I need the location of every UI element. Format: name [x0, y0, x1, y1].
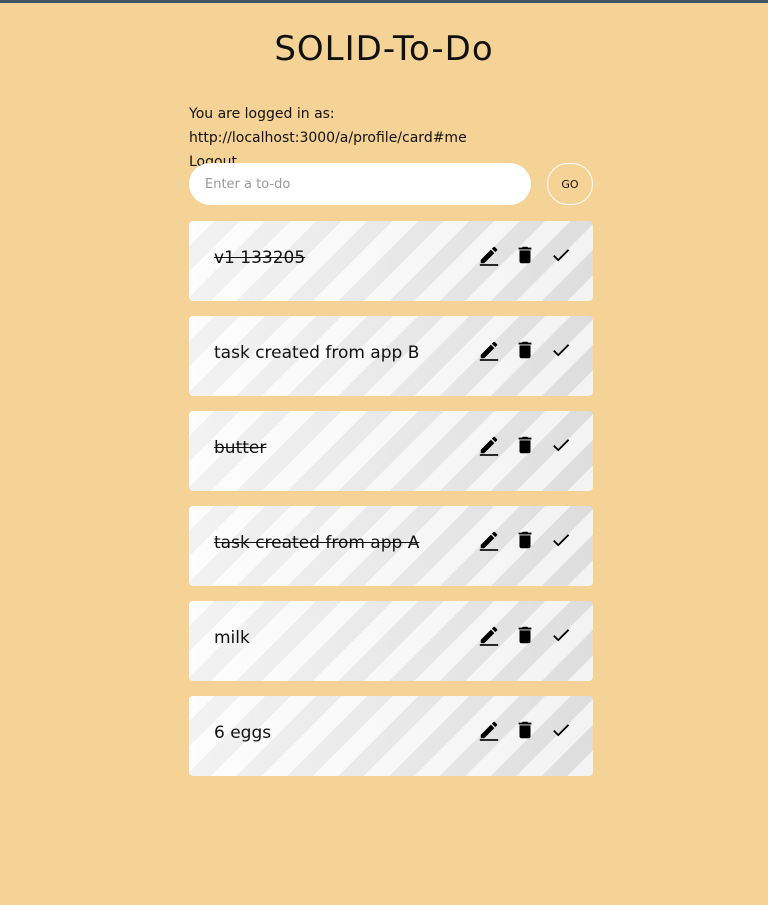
pencil-icon[interactable]	[477, 243, 501, 267]
pencil-icon[interactable]	[477, 623, 501, 647]
todo-actions	[477, 433, 573, 457]
trash-icon[interactable]	[513, 528, 537, 552]
todo-actions	[477, 718, 573, 742]
todo-input[interactable]	[189, 163, 531, 205]
todo-item: task created from app A	[189, 506, 593, 586]
pencil-icon[interactable]	[477, 528, 501, 552]
check-icon[interactable]	[549, 718, 573, 742]
pencil-icon[interactable]	[477, 433, 501, 457]
todo-item: butter	[189, 411, 593, 491]
todo-item: task created from app B	[189, 316, 593, 396]
check-icon[interactable]	[549, 623, 573, 647]
logged-in-text: You are logged in as: http://localhost:3…	[189, 106, 467, 146]
todo-actions	[477, 338, 573, 362]
trash-icon[interactable]	[513, 623, 537, 647]
todo-actions	[477, 623, 573, 647]
todo-list: v1 133205 task created from app B butter…	[189, 221, 593, 791]
trash-icon[interactable]	[513, 338, 537, 362]
check-icon[interactable]	[549, 243, 573, 267]
check-icon[interactable]	[549, 338, 573, 362]
todo-text: task created from app B	[214, 343, 420, 363]
trash-icon[interactable]	[513, 243, 537, 267]
trash-icon[interactable]	[513, 433, 537, 457]
todo-text: v1 133205	[214, 248, 306, 268]
trash-icon[interactable]	[513, 718, 537, 742]
todo-actions	[477, 243, 573, 267]
todo-item: v1 133205	[189, 221, 593, 301]
check-icon[interactable]	[549, 433, 573, 457]
pencil-icon[interactable]	[477, 718, 501, 742]
todo-item: milk	[189, 601, 593, 681]
todo-text: milk	[214, 628, 250, 648]
todo-actions	[477, 528, 573, 552]
todo-text: 6 eggs	[214, 723, 272, 743]
todo-form: GO	[189, 163, 593, 207]
todo-text: butter	[214, 438, 267, 458]
todo-item: 6 eggs	[189, 696, 593, 776]
go-button[interactable]: GO	[547, 163, 593, 205]
todo-text: task created from app A	[214, 533, 420, 553]
check-icon[interactable]	[549, 528, 573, 552]
page-title: SOLID-To-Do	[274, 29, 494, 69]
pencil-icon[interactable]	[477, 338, 501, 362]
